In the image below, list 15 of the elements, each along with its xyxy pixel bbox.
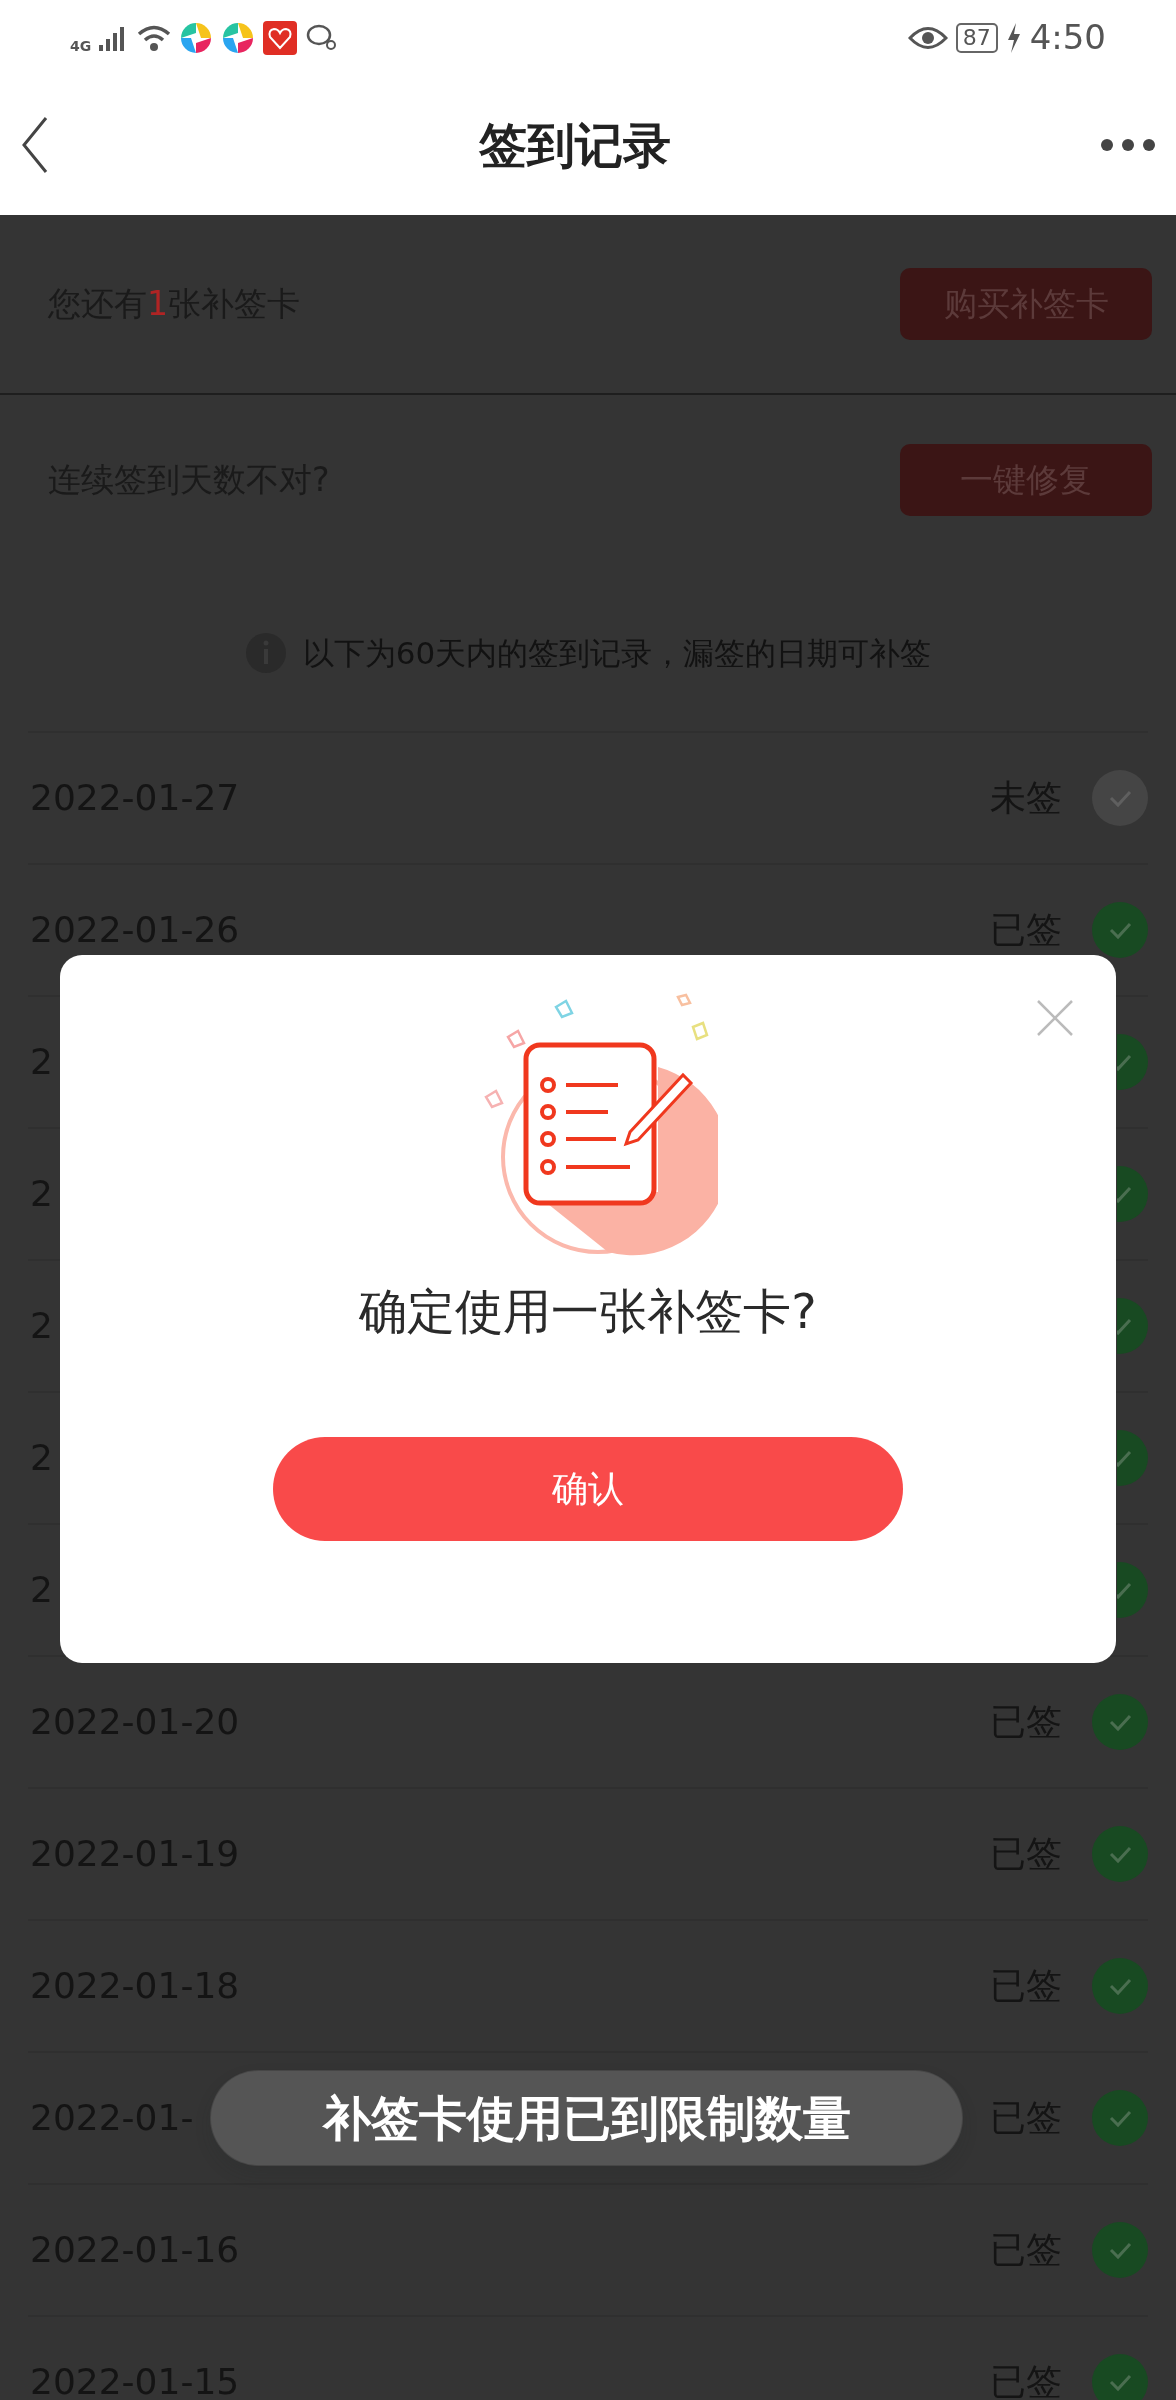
toast-message: 补签卡使用已到限制数量 [210, 2070, 963, 2166]
wifi-icon [137, 23, 172, 52]
dialog-question: 确定使用一张补签卡? [359, 1282, 817, 1341]
battery-level: 87 [955, 22, 998, 53]
clock-time: 4:50 [1029, 16, 1106, 59]
confirm-button[interactable]: 确认 [273, 1437, 903, 1541]
app-icon [263, 20, 298, 55]
app-icon [221, 20, 256, 55]
charging-icon [1005, 22, 1022, 53]
page-title: 签到记录 [479, 116, 671, 175]
app-icon [179, 20, 214, 55]
more-icon[interactable] [1100, 138, 1156, 152]
back-icon[interactable] [20, 115, 50, 175]
eye-icon [907, 24, 948, 51]
network-type: 4G [70, 37, 92, 56]
